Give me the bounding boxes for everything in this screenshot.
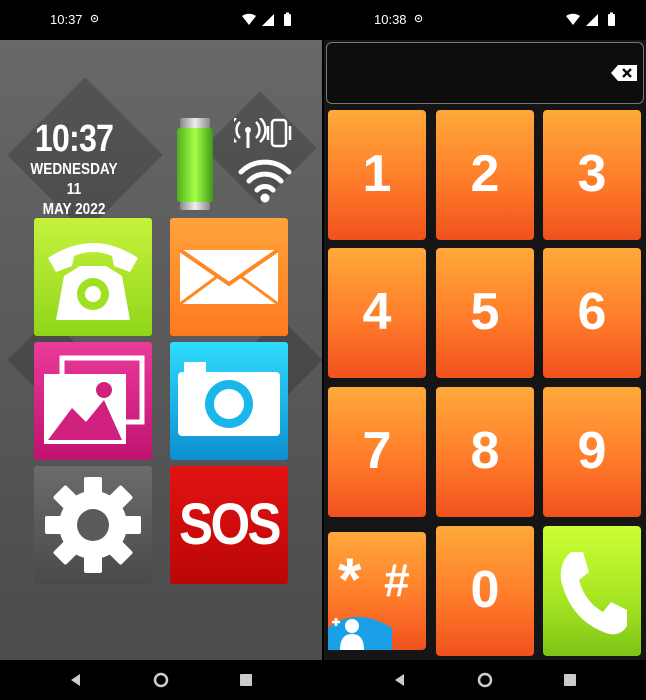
telephone-icon bbox=[48, 243, 138, 320]
backspace-icon[interactable] bbox=[611, 65, 637, 81]
key-label: 5 bbox=[470, 283, 500, 341]
call-button[interactable] bbox=[543, 526, 641, 656]
key-7[interactable]: 7 bbox=[328, 387, 426, 517]
call-icon bbox=[560, 552, 627, 635]
envelope-icon bbox=[178, 248, 280, 306]
number-display[interactable] bbox=[326, 42, 644, 104]
key-label: 3 bbox=[577, 145, 607, 203]
key-star-hash[interactable]: * # bbox=[328, 532, 426, 650]
key-1[interactable]: 1 bbox=[328, 110, 426, 240]
clock-widget[interactable]: 10:37 WEDNESDAY 11 MAY 2022 bbox=[14, 118, 134, 220]
recents-icon[interactable] bbox=[236, 670, 256, 690]
launcher-screen: 10:37 10:37 WEDNESDAY 11 MAY 2022 SOS bbox=[0, 0, 322, 700]
camera-icon bbox=[178, 362, 280, 436]
key-5[interactable]: 5 bbox=[436, 248, 534, 378]
key-2[interactable]: 2 bbox=[436, 110, 534, 240]
signal-icon bbox=[234, 118, 292, 148]
status-time: 10:37 bbox=[50, 12, 83, 27]
wifi-icon bbox=[238, 159, 292, 203]
status-bar: 10:38 bbox=[324, 0, 646, 40]
status-icons bbox=[242, 12, 291, 26]
key-4[interactable]: 4 bbox=[328, 248, 426, 378]
dialer-screen: 10:38 1 2 3 4 5 6 7 8 9 * # 0 bbox=[324, 0, 646, 700]
star-label: * bbox=[338, 546, 362, 613]
home-icon[interactable] bbox=[475, 670, 495, 690]
nfc-icon bbox=[414, 14, 423, 23]
recents-icon[interactable] bbox=[560, 670, 580, 690]
camera-tile[interactable] bbox=[170, 342, 288, 460]
status-icons bbox=[566, 12, 615, 26]
clock-time: 10:37 bbox=[34, 118, 114, 160]
back-icon[interactable] bbox=[390, 670, 410, 690]
navigation-bar bbox=[324, 660, 646, 700]
key-label: 7 bbox=[362, 422, 392, 480]
add-contact-icon[interactable] bbox=[328, 608, 392, 650]
key-0[interactable]: 0 bbox=[436, 526, 534, 656]
gallery-icon bbox=[44, 355, 145, 444]
phone-tile[interactable] bbox=[34, 218, 152, 336]
gallery-tile[interactable] bbox=[34, 342, 152, 460]
nfc-icon bbox=[90, 14, 99, 23]
messages-tile[interactable] bbox=[170, 218, 288, 336]
key-label: 6 bbox=[577, 283, 607, 341]
key-label: 2 bbox=[470, 145, 500, 203]
navigation-bar bbox=[0, 660, 322, 700]
key-label: 8 bbox=[470, 422, 500, 480]
clock-day: WEDNESDAY 11 bbox=[30, 161, 118, 198]
key-label: 4 bbox=[362, 283, 392, 341]
key-8[interactable]: 8 bbox=[436, 387, 534, 517]
key-label: 1 bbox=[362, 145, 392, 203]
battery-icon bbox=[177, 118, 213, 210]
sos-label: SOS bbox=[179, 492, 282, 557]
back-icon[interactable] bbox=[66, 670, 86, 690]
gear-icon bbox=[45, 477, 141, 573]
home-icon[interactable] bbox=[151, 670, 171, 690]
key-6[interactable]: 6 bbox=[543, 248, 641, 378]
status-time: 10:38 bbox=[374, 12, 407, 27]
key-label: 0 bbox=[470, 561, 500, 619]
key-3[interactable]: 3 bbox=[543, 110, 641, 240]
sos-tile[interactable]: SOS bbox=[170, 466, 288, 584]
clock-month-year: MAY 2022 bbox=[42, 201, 106, 218]
hash-label: # bbox=[384, 554, 410, 606]
key-label: 9 bbox=[577, 422, 607, 480]
settings-tile[interactable] bbox=[34, 466, 152, 584]
status-bar: 10:37 bbox=[0, 0, 322, 40]
key-9[interactable]: 9 bbox=[543, 387, 641, 517]
